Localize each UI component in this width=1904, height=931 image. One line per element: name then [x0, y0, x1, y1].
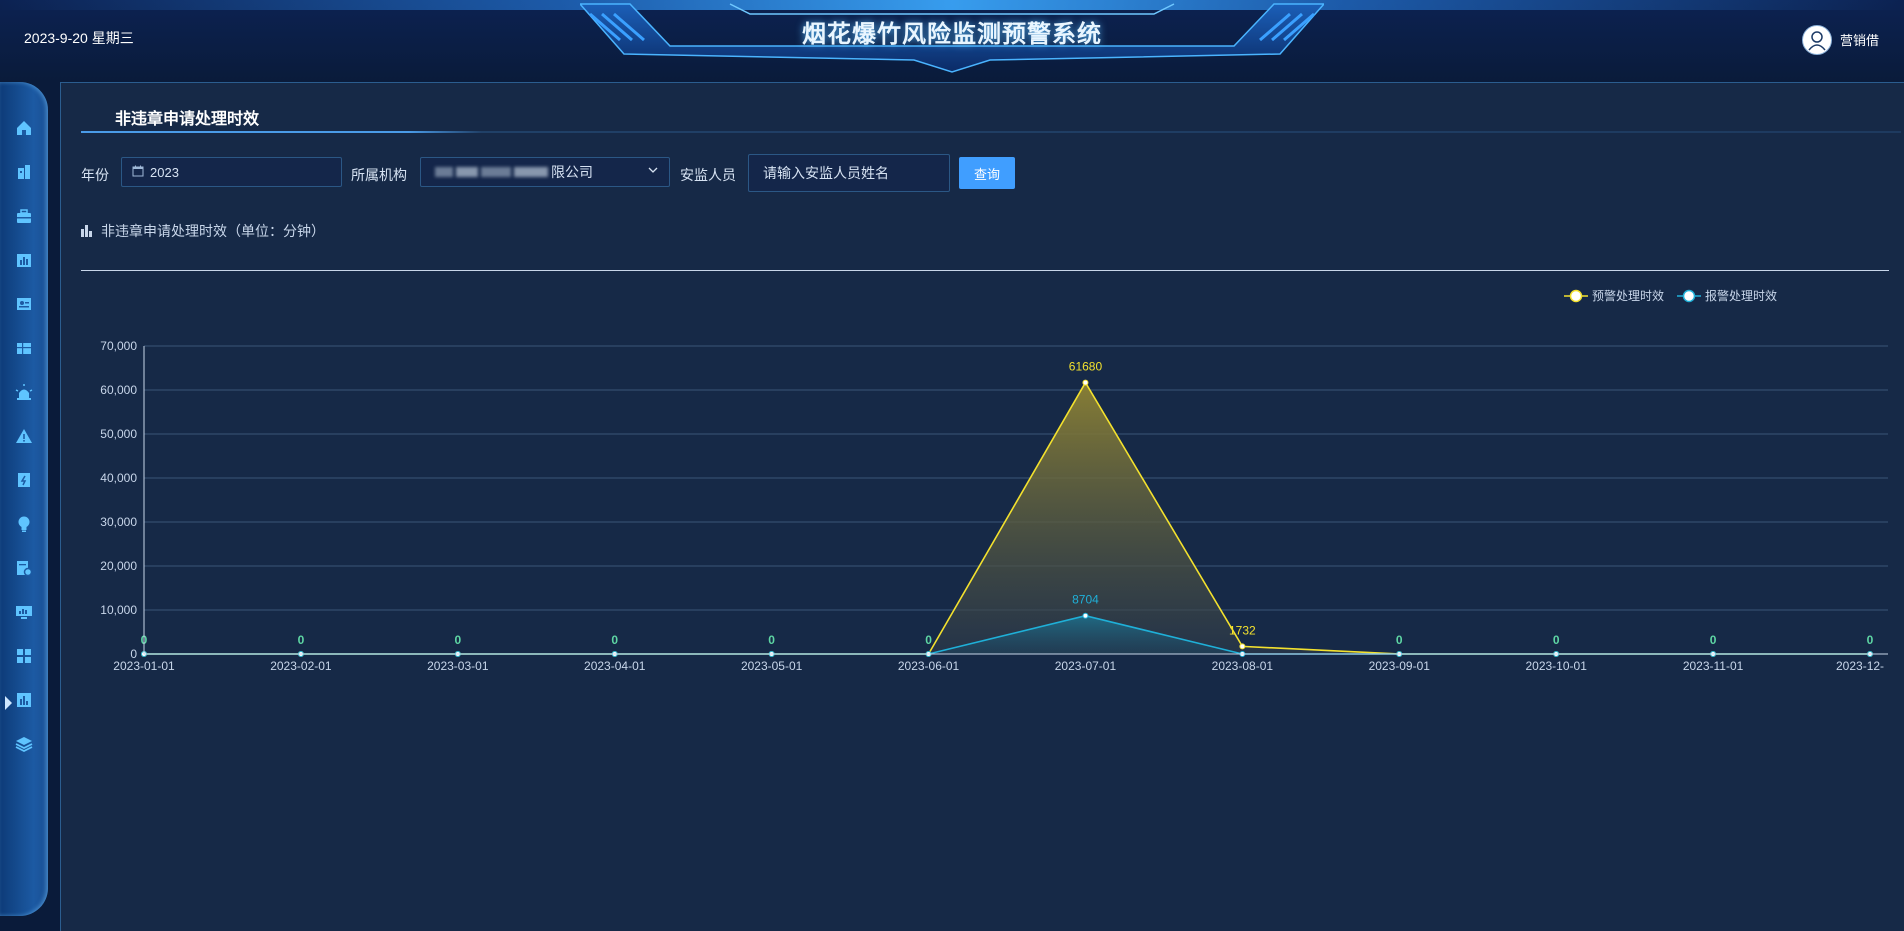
x-tick-label: 2023-08-01 [1212, 659, 1274, 673]
x-tick-label: 2023-06-01 [898, 659, 960, 673]
y-tick-label: 60,000 [100, 383, 137, 397]
x-tick-label: 2023-02-01 [270, 659, 332, 673]
data-label: 0 [611, 633, 618, 647]
x-tick-label: 2023-04-01 [584, 659, 646, 673]
data-label: 0 [768, 633, 775, 647]
data-label: 0 [1710, 633, 1717, 647]
data-label: 0 [1396, 633, 1403, 647]
line-chart: 00000061680870417320000 010,00020,00030,… [100, 288, 1888, 673]
legend-label: 报警处理时效 [1705, 288, 1777, 303]
y-tick-label: 50,000 [100, 427, 137, 441]
data-label: 1732 [1229, 623, 1256, 637]
data-label: 61680 [1069, 360, 1103, 374]
data-label: 0 [1867, 633, 1874, 647]
data-label: 0 [1553, 633, 1560, 647]
y-tick-label: 10,000 [100, 603, 137, 617]
data-point [1239, 643, 1246, 650]
data-label: 8704 [1072, 593, 1099, 607]
legend-marker [1682, 289, 1696, 303]
data-label: 0 [454, 633, 461, 647]
data-label: 0 [298, 633, 305, 647]
x-tick-label: 2023-05-01 [741, 659, 803, 673]
x-tick-label: 2023-09-01 [1369, 659, 1431, 673]
data-point [1082, 612, 1089, 619]
y-tick-label: 20,000 [100, 559, 137, 573]
y-tick-label: 40,000 [100, 471, 137, 485]
data-label: 0 [925, 633, 932, 647]
x-tick-label: 2023-11-01 [1683, 659, 1744, 673]
y-tick-label: 70,000 [100, 339, 137, 353]
x-tick-label: 2023-03-01 [427, 659, 489, 673]
y-tick-label: 30,000 [100, 515, 137, 529]
x-tick-label: 2023-10-01 [1525, 659, 1587, 673]
legend-marker [1569, 289, 1583, 303]
data-point [1082, 379, 1089, 386]
x-tick-label: 2023-01-01 [113, 659, 175, 673]
x-tick-label: 2023-07-01 [1055, 659, 1117, 673]
legend-label: 预警处理时效 [1592, 288, 1664, 303]
x-tick-label: 2023-12- [1836, 659, 1884, 673]
